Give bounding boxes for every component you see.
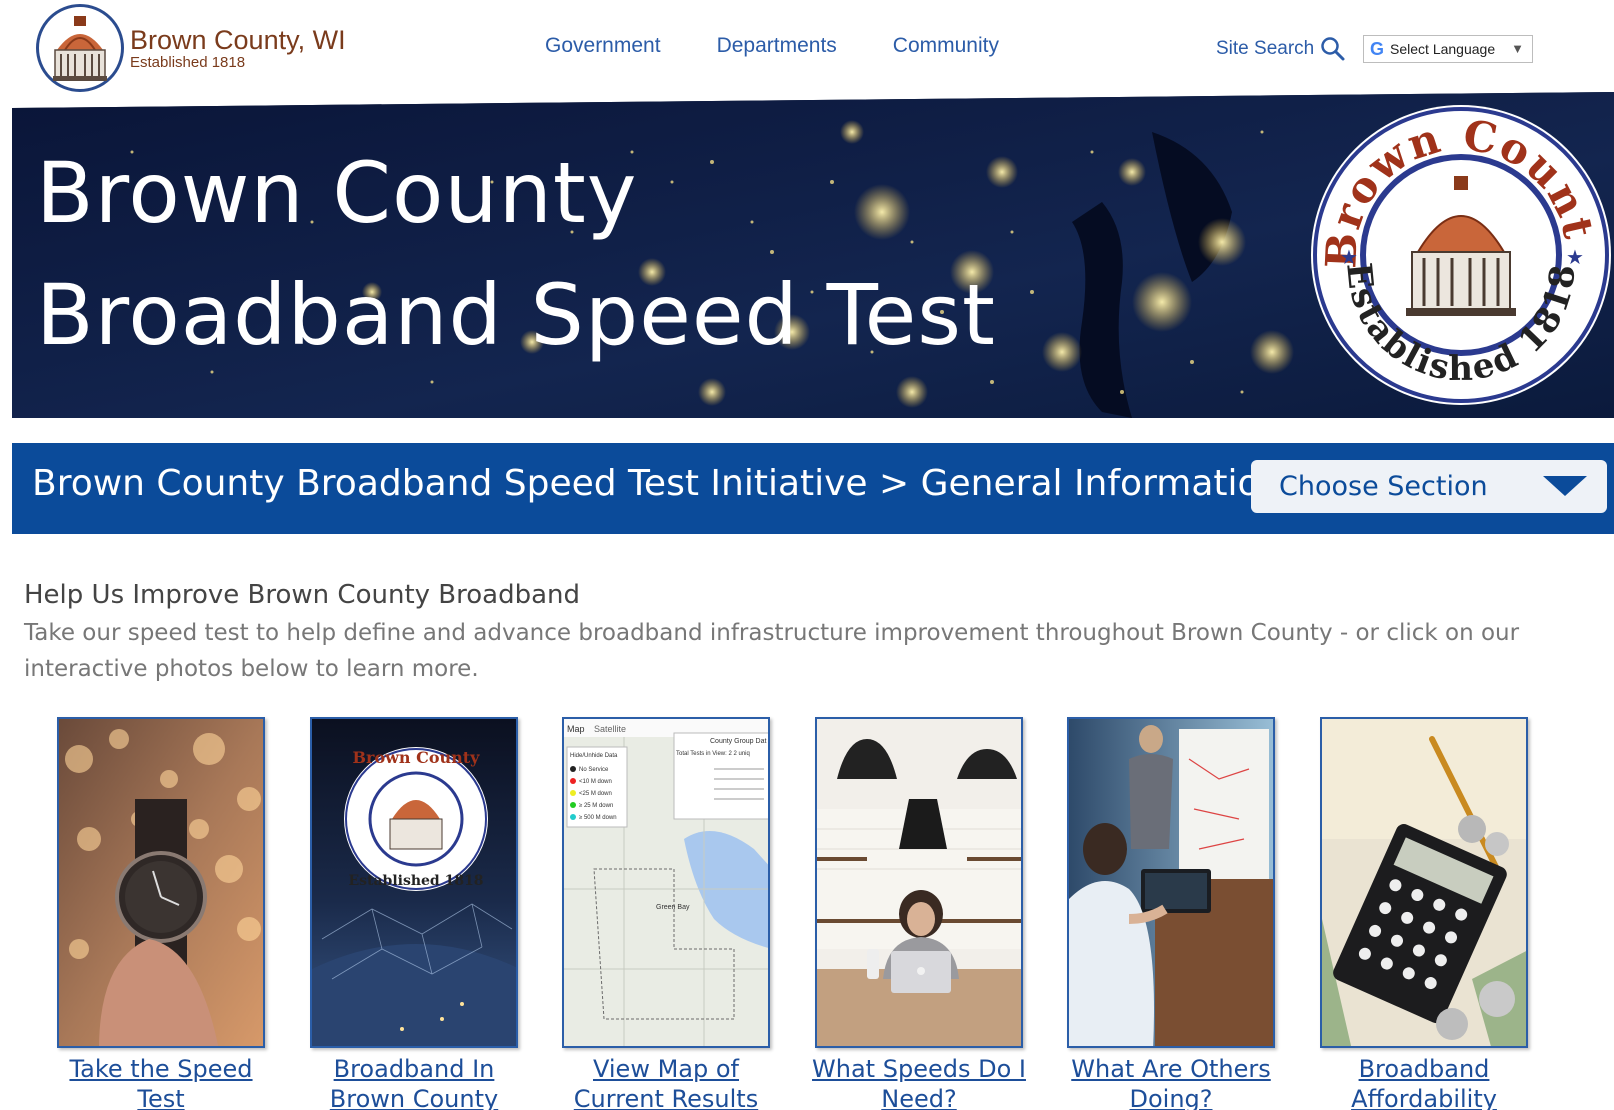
card-view-map[interactable]: Map Satellite Hide/Unhide Data No Servic… bbox=[562, 717, 770, 1110]
logo-title: Brown County, WI bbox=[130, 25, 346, 55]
map-city-label: Green Bay bbox=[656, 904, 690, 911]
card-caption-line1: Broadband bbox=[1358, 1055, 1490, 1083]
main-nav: Government Departments Community bbox=[545, 34, 1055, 58]
card-caption-line2: Brown County bbox=[329, 1085, 499, 1110]
banner-title-line1: Brown County bbox=[36, 144, 638, 242]
card-caption[interactable]: Take the Speed Test bbox=[41, 1054, 281, 1110]
card-what-speeds-do-i-need[interactable]: What Speeds Do I Need? bbox=[812, 717, 1026, 1110]
banner-title: Brown County Broadband Speed Test bbox=[36, 132, 996, 376]
choose-section-dropdown[interactable]: Choose Section bbox=[1251, 460, 1607, 513]
breadcrumb-title: Brown County Broadband Speed Test Initia… bbox=[32, 463, 1283, 504]
card-image-watch[interactable] bbox=[57, 717, 265, 1048]
site-search-label: Site Search bbox=[1216, 38, 1315, 59]
courthouse-logo-icon bbox=[36, 4, 124, 92]
map-info-title: County Group Dat bbox=[710, 738, 766, 745]
card-caption[interactable]: View Map of Current Results bbox=[546, 1054, 786, 1110]
card-caption-line2: Doing? bbox=[1129, 1085, 1213, 1110]
map-legend-item: ≥ 500 M down bbox=[579, 815, 617, 821]
card-caption-line1: What Are Others bbox=[1071, 1055, 1271, 1083]
card-broadband-in-brown-county[interactable]: Brown County Established 1818 Broadband … bbox=[310, 717, 518, 1110]
card-what-are-others-doing[interactable]: What Are Others Doing? bbox=[1067, 717, 1275, 1110]
logo-subtitle: Established 1818 bbox=[130, 54, 246, 71]
search-icon bbox=[1321, 37, 1345, 61]
card-caption[interactable]: What Are Others Doing? bbox=[1051, 1054, 1291, 1110]
card-caption-line2: Test bbox=[137, 1085, 185, 1110]
card-caption[interactable]: Broadband Affordability bbox=[1304, 1054, 1544, 1110]
site-logo[interactable]: Brown County, WI Established 1818 bbox=[36, 4, 346, 92]
map-info-line: Total Tests in View: 2 2 uniq bbox=[676, 751, 750, 757]
card-image-map[interactable]: Map Satellite Hide/Unhide Data No Servic… bbox=[562, 717, 770, 1048]
chevron-down-icon: ▼ bbox=[1511, 41, 1524, 56]
banner-title-line2: Broadband Speed Test bbox=[36, 266, 996, 364]
intro-body: Take our speed test to help define and a… bbox=[24, 620, 1520, 682]
card-caption[interactable]: Broadband In Brown County bbox=[294, 1054, 534, 1110]
card-caption-line2: Affordability bbox=[1351, 1085, 1497, 1110]
county-seal-icon: Brown County Established 1818 ★ ★ bbox=[1308, 102, 1611, 405]
card-caption[interactable]: What Speeds Do I Need? bbox=[799, 1054, 1039, 1110]
chevron-down-icon bbox=[1543, 476, 1587, 496]
card-caption-line1: View Map of bbox=[593, 1055, 739, 1083]
map-tab-map[interactable]: Map bbox=[567, 724, 585, 734]
site-search-button[interactable]: Site Search bbox=[1216, 36, 1346, 62]
card-caption-line1: What Speeds Do I bbox=[812, 1055, 1026, 1083]
card-caption-line2: Current Results bbox=[573, 1085, 759, 1110]
card-caption-line1: Take the Speed bbox=[69, 1055, 253, 1083]
card-image-kitchen-laptop[interactable] bbox=[815, 717, 1023, 1048]
section-bar: Brown County Broadband Speed Test Initia… bbox=[12, 443, 1614, 534]
card-take-speed-test[interactable]: Take the Speed Test bbox=[57, 717, 265, 1110]
svg-text:Established 1818: Established 1818 bbox=[348, 873, 483, 889]
card-image-seal-earth[interactable]: Brown County Established 1818 bbox=[310, 717, 518, 1048]
map-legend-item: ≥ 25 M down bbox=[579, 803, 613, 809]
nav-government[interactable]: Government bbox=[545, 34, 661, 58]
site-header: Brown County, WI Established 1818 Govern… bbox=[0, 0, 1614, 100]
language-select-label: Select Language bbox=[1390, 41, 1496, 57]
language-select[interactable]: G Select Language ▼ bbox=[1363, 35, 1533, 63]
map-legend-item: <25 M down bbox=[579, 791, 612, 797]
card-caption-line2: Need? bbox=[881, 1085, 957, 1110]
google-icon: G bbox=[1370, 38, 1385, 59]
svg-text:★: ★ bbox=[1340, 247, 1358, 269]
intro-heading: Help Us Improve Brown County Broadband bbox=[24, 580, 581, 610]
svg-text:★: ★ bbox=[1566, 247, 1584, 269]
map-tab-satellite[interactable]: Satellite bbox=[594, 724, 626, 734]
hero-banner: Brown County Broadband Speed Test Brown … bbox=[12, 92, 1614, 418]
card-grid: Take the Speed Test Brown County Establi… bbox=[0, 717, 1614, 1110]
choose-section-label: Choose Section bbox=[1279, 471, 1488, 502]
svg-text:Brown County: Brown County bbox=[353, 748, 481, 767]
map-legend-item: <10 M down bbox=[579, 779, 612, 785]
nav-community[interactable]: Community bbox=[893, 34, 999, 58]
card-broadband-affordability[interactable]: Broadband Affordability bbox=[1320, 717, 1528, 1110]
map-legend-title: Hide/Unhide Data bbox=[570, 753, 618, 759]
card-image-office-meeting[interactable] bbox=[1067, 717, 1275, 1048]
nav-departments[interactable]: Departments bbox=[717, 34, 837, 58]
card-caption-line1: Broadband In bbox=[333, 1055, 495, 1083]
map-legend-item: No Service bbox=[579, 767, 609, 773]
card-image-calculator-coins[interactable] bbox=[1320, 717, 1528, 1048]
